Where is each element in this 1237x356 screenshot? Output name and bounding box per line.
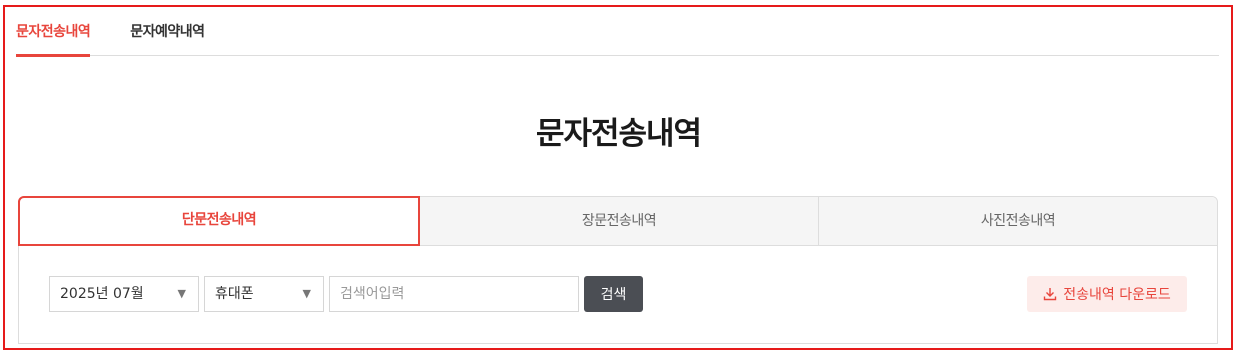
history-panel: 단문전송내역 장문전송내역 사진전송내역 2025년 07월 ▼ 휴대폰 ▼ 검… [18, 196, 1218, 344]
tab-sms-history[interactable]: 문자전송내역 [16, 10, 91, 57]
download-icon [1044, 288, 1057, 301]
download-history-button[interactable]: 전송내역 다운로드 [1027, 276, 1187, 312]
tab-short-message[interactable]: 단문전송내역 [18, 196, 420, 246]
tab-long-message[interactable]: 장문전송내역 [420, 197, 819, 245]
sub-tab-bar: 단문전송내역 장문전송내역 사진전송내역 [18, 196, 1217, 246]
search-row: 2025년 07월 ▼ 휴대폰 ▼ 검색 전송내역 다운로드 [49, 276, 1187, 312]
tab-sms-reservations[interactable]: 문자예약내역 [130, 10, 205, 56]
search-button[interactable]: 검색 [584, 276, 643, 312]
triangle-down-icon: ▼ [177, 287, 186, 300]
triangle-down-icon: ▼ [302, 287, 311, 300]
search-input[interactable] [329, 276, 579, 312]
top-tab-bar: 문자전송내역 문자예약내역 [16, 10, 1219, 57]
phone-type-select[interactable]: 휴대폰 ▼ [204, 276, 324, 312]
phone-type-value: 휴대폰 [215, 286, 254, 302]
page-title: 문자전송내역 [535, 116, 702, 152]
tab-photo-message[interactable]: 사진전송내역 [819, 197, 1217, 245]
month-select-value: 2025년 07월 [60, 286, 144, 302]
download-label: 전송내역 다운로드 [1063, 287, 1171, 303]
month-select[interactable]: 2025년 07월 ▼ [49, 276, 199, 312]
